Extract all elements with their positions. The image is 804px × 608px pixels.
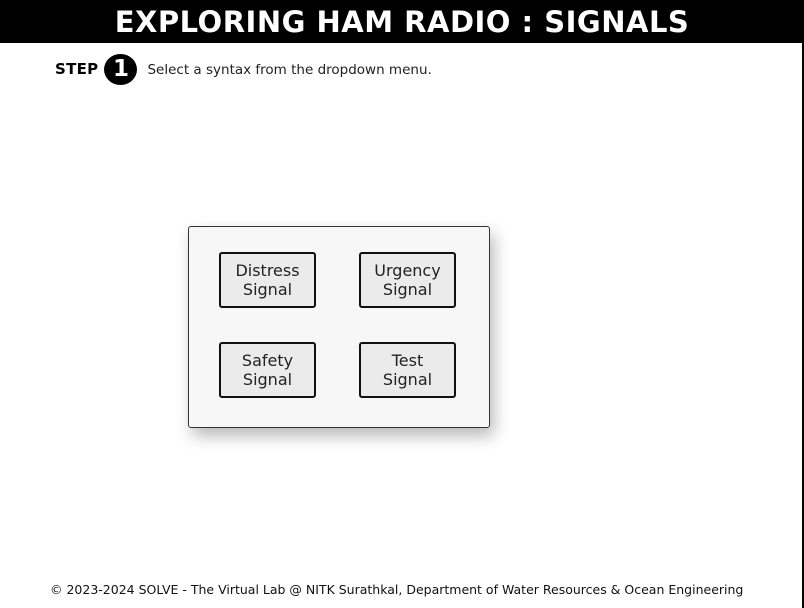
step-instruction: Select a syntax from the dropdown menu. <box>147 62 432 78</box>
footer-copyright: © 2023-2024 SOLVE - The Virtual Lab @ NI… <box>50 582 744 597</box>
distress-signal-button[interactable]: Distress Signal <box>219 252 316 308</box>
signal-selection-panel: Distress Signal Urgency Signal Safety Si… <box>188 226 490 428</box>
safety-signal-button[interactable]: Safety Signal <box>219 342 316 398</box>
urgency-signal-button[interactable]: Urgency Signal <box>359 252 456 308</box>
step-label: STEP <box>55 60 99 78</box>
step-number-badge: 1 <box>104 53 138 85</box>
page-title: EXPLORING HAM RADIO : SIGNALS <box>0 0 804 43</box>
step-indicator: STEP 1 Select a syntax from the dropdown… <box>55 53 432 85</box>
test-signal-button[interactable]: Test Signal <box>359 342 456 398</box>
